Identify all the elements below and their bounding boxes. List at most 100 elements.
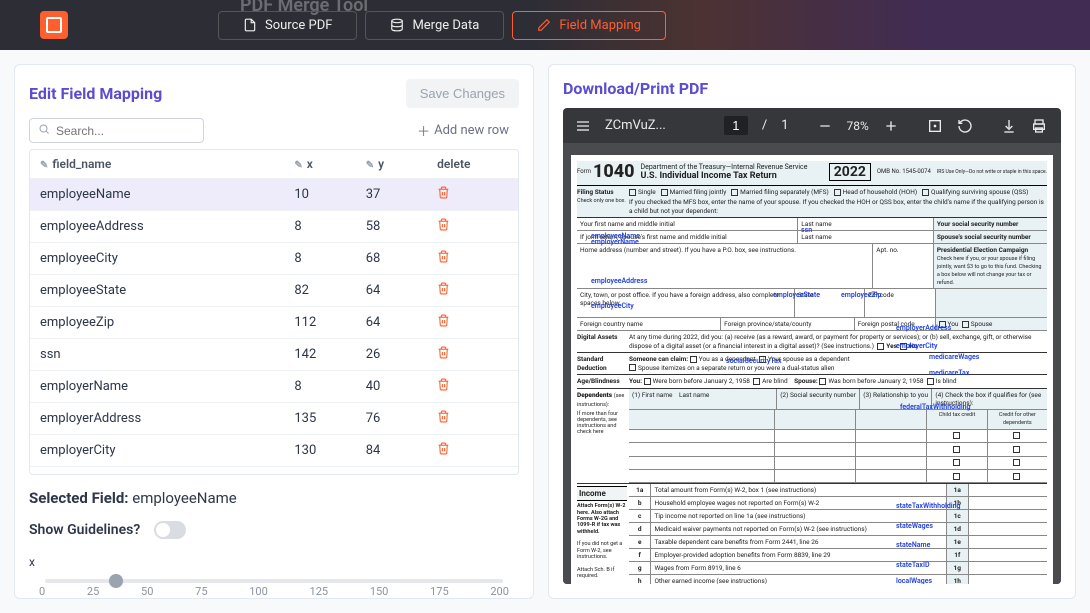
table-row[interactable]: employeeAddress 8 58	[30, 211, 518, 243]
zoom-out-icon[interactable]	[817, 118, 833, 134]
cell-field-name: employeeCity	[30, 243, 284, 275]
app-logo	[40, 11, 68, 39]
tab-source-pdf[interactable]: Source PDF	[218, 11, 357, 40]
cell-y: 108	[356, 467, 427, 476]
tab-merge-data[interactable]: Merge Data	[365, 11, 504, 40]
overlay-field[interactable]: medicareWages	[929, 353, 979, 361]
cell-y: 37	[356, 179, 427, 211]
overlay-field[interactable]: federalTaxWithholding	[900, 403, 971, 411]
col-y[interactable]: ✎y	[356, 150, 427, 179]
guidelines-label: Show Guidelines?	[29, 522, 140, 538]
header-tabs: Source PDF Merge Data Field Mapping	[218, 11, 666, 40]
edit-mapping-panel: Edit Field Mapping Save Changes ＋ Add ne…	[14, 64, 534, 599]
cell-y: 64	[356, 275, 427, 307]
overlay-field[interactable]: ssn	[801, 226, 812, 234]
overlay-field[interactable]: stateTaxID	[896, 561, 930, 569]
cell-y: 64	[356, 307, 427, 339]
overlay-field[interactable]: employeeCity	[591, 302, 634, 310]
delete-row-button[interactable]	[437, 444, 450, 459]
pdf-page: Form 1040 Department of the Treasury—Int…	[571, 155, 1053, 584]
col-field-name[interactable]: ✎field_name	[30, 150, 284, 179]
delete-row-button[interactable]	[437, 348, 450, 363]
page-sep: /	[762, 118, 767, 133]
plus-icon: ＋	[417, 121, 430, 140]
table-row[interactable]: employerCity 130 84	[30, 435, 518, 467]
slider-thumb[interactable]	[109, 574, 123, 588]
slider-tick: 50	[141, 585, 153, 598]
x-slider[interactable]	[45, 579, 503, 583]
tab-label: Merge Data	[412, 18, 479, 33]
slider-tick: 125	[310, 585, 329, 598]
save-button[interactable]: Save Changes	[406, 79, 519, 108]
table-row[interactable]: employeeCity 8 68	[30, 243, 518, 275]
tab-label: Field Mapping	[559, 18, 641, 33]
overlay-field[interactable]: stateName	[896, 541, 930, 549]
overlay-field[interactable]: socialSecurityTax	[726, 357, 782, 365]
fit-page-icon[interactable]	[927, 118, 943, 134]
overlay-field[interactable]: employerName	[591, 238, 639, 246]
cell-x: 130	[284, 435, 355, 467]
cell-x: 10	[284, 179, 355, 211]
database-icon	[390, 18, 404, 32]
cell-x: 8	[284, 211, 355, 243]
overlay-field[interactable]: employeeZip	[841, 291, 881, 299]
delete-row-button[interactable]	[437, 220, 450, 235]
zoom-in-icon[interactable]	[883, 118, 899, 134]
cell-x: 8	[284, 243, 355, 275]
guidelines-toggle[interactable]	[154, 521, 186, 539]
overlay-field[interactable]: employeeAddress	[591, 277, 647, 285]
delete-row-button[interactable]	[437, 284, 450, 299]
cell-x: 112	[284, 307, 355, 339]
cell-field-name: employerCity	[30, 435, 284, 467]
add-row-button[interactable]: ＋ Add new row	[417, 121, 519, 140]
slider-tick: 200	[490, 585, 509, 598]
table-row[interactable]: employerName 8 40	[30, 371, 518, 403]
overlay-field[interactable]: medicareTax	[929, 369, 969, 377]
overlay-field[interactable]: employerCity	[896, 342, 937, 350]
pdf-preview-panel: Download/Print PDF ZCmVuZ... / 1 78%	[548, 64, 1076, 599]
cell-x: 135	[284, 403, 355, 435]
table-row[interactable]: ssn 142 26	[30, 339, 518, 371]
menu-icon[interactable]	[575, 118, 591, 134]
slider-tick: 150	[370, 585, 389, 598]
search-input[interactable]	[56, 124, 176, 138]
table-row[interactable]: employeeZip 112 64	[30, 307, 518, 339]
overlay-field[interactable]: employerAddress	[896, 324, 951, 332]
cell-x: 82	[284, 275, 355, 307]
page-current-input[interactable]	[724, 116, 748, 135]
overlay-field[interactable]: localWages	[896, 577, 932, 584]
delete-row-button[interactable]	[437, 316, 450, 331]
table-row[interactable]: employeeName 10 37	[30, 179, 518, 211]
overlay-field[interactable]: employeeState	[773, 291, 820, 299]
col-x[interactable]: ✎x	[284, 150, 355, 179]
table-row[interactable]: employerAddress 135 76	[30, 403, 518, 435]
pencil-icon: ✎	[366, 160, 374, 171]
pencil-icon: ✎	[40, 160, 48, 171]
overlay-field[interactable]: stateWages	[896, 522, 933, 530]
pdf-toolbar: ZCmVuZ... / 1 78%	[563, 108, 1061, 143]
panel-title-right: Download/Print PDF	[563, 79, 1061, 98]
cell-field-name: federalTaxWithholding	[30, 467, 284, 476]
delete-row-button[interactable]	[437, 252, 450, 267]
table-row[interactable]: federalTaxWithholding 135 108	[30, 467, 518, 476]
print-icon[interactable]	[1031, 118, 1047, 134]
slider-tick: 0	[39, 585, 45, 598]
file-icon	[243, 18, 257, 32]
add-row-label: Add new row	[434, 123, 509, 138]
download-icon[interactable]	[1001, 118, 1017, 134]
pdf-viewport[interactable]: Form 1040 Department of the Treasury—Int…	[563, 143, 1061, 584]
delete-row-button[interactable]	[437, 380, 450, 395]
slider-tick: 75	[195, 585, 207, 598]
delete-row-button[interactable]	[437, 188, 450, 203]
search-input-wrap[interactable]	[29, 118, 204, 143]
delete-row-button[interactable]	[437, 412, 450, 427]
table-row[interactable]: employeeState 82 64	[30, 275, 518, 307]
search-icon	[38, 123, 50, 138]
cell-field-name: employerAddress	[30, 403, 284, 435]
pencil-icon	[537, 18, 551, 32]
cell-field-name: ssn	[30, 339, 284, 371]
form-year: 2022	[829, 163, 871, 181]
overlay-field[interactable]: stateTaxWithholding	[896, 502, 961, 510]
tab-field-mapping[interactable]: Field Mapping	[512, 11, 666, 40]
rotate-icon[interactable]	[957, 118, 973, 134]
